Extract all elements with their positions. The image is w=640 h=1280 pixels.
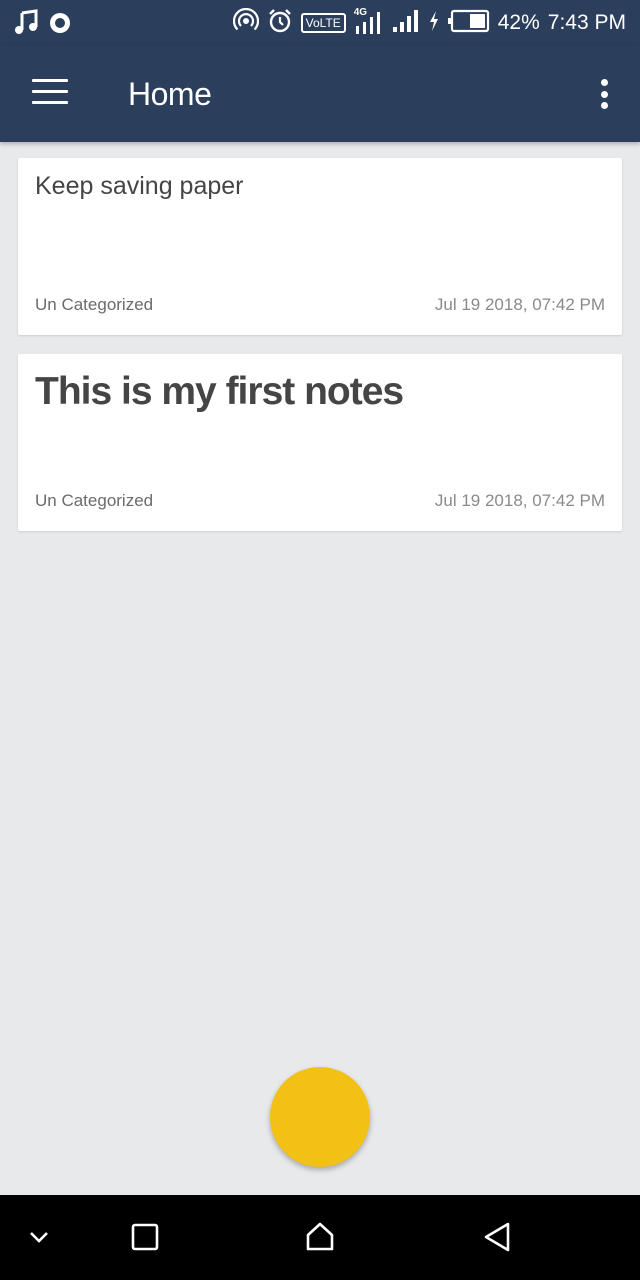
- hotspot-icon: [232, 7, 259, 39]
- hamburger-menu-icon[interactable]: [32, 79, 68, 109]
- note-date: Jul 19 2018, 07:42 PM: [434, 295, 605, 314]
- note-title: This is my first notes: [35, 370, 404, 413]
- note-category: Un Categorized: [35, 295, 154, 314]
- record-dot-icon: [48, 11, 72, 40]
- app-bar: Home: [0, 46, 640, 142]
- back-triangle-icon[interactable]: [475, 1215, 519, 1259]
- charging-icon: [428, 10, 440, 37]
- home-icon[interactable]: [298, 1215, 342, 1259]
- status-bar: VoLTE 4G 42% 7:43 PM: [0, 0, 640, 46]
- page-title: Home: [128, 76, 212, 112]
- note-title: Keep saving paper: [35, 172, 244, 200]
- battery-percent: 42%: [497, 11, 540, 34]
- collapse-chevron-icon[interactable]: [17, 1215, 61, 1259]
- clock: 7:43 PM: [547, 11, 626, 34]
- 4g-signal-icon: 4G: [354, 7, 384, 36]
- signal-icon: [392, 8, 420, 39]
- note-date: Jul 19 2018, 07:42 PM: [434, 491, 605, 510]
- note-category: Un Categorized: [35, 491, 154, 510]
- alarm-icon: [267, 8, 293, 39]
- recents-square-icon[interactable]: [123, 1215, 167, 1259]
- note-card[interactable]: Keep saving paper Un Categorized Jul 19 …: [18, 158, 622, 335]
- battery-icon: [447, 9, 490, 38]
- volte-icon: VoLTE: [300, 13, 346, 33]
- add-note-button[interactable]: [270, 1067, 370, 1167]
- system-nav-bar: [0, 1195, 640, 1280]
- music-note-icon: [14, 9, 40, 42]
- note-card[interactable]: This is my first notes Un Categorized Ju…: [18, 354, 622, 531]
- more-vertical-icon[interactable]: [598, 79, 610, 109]
